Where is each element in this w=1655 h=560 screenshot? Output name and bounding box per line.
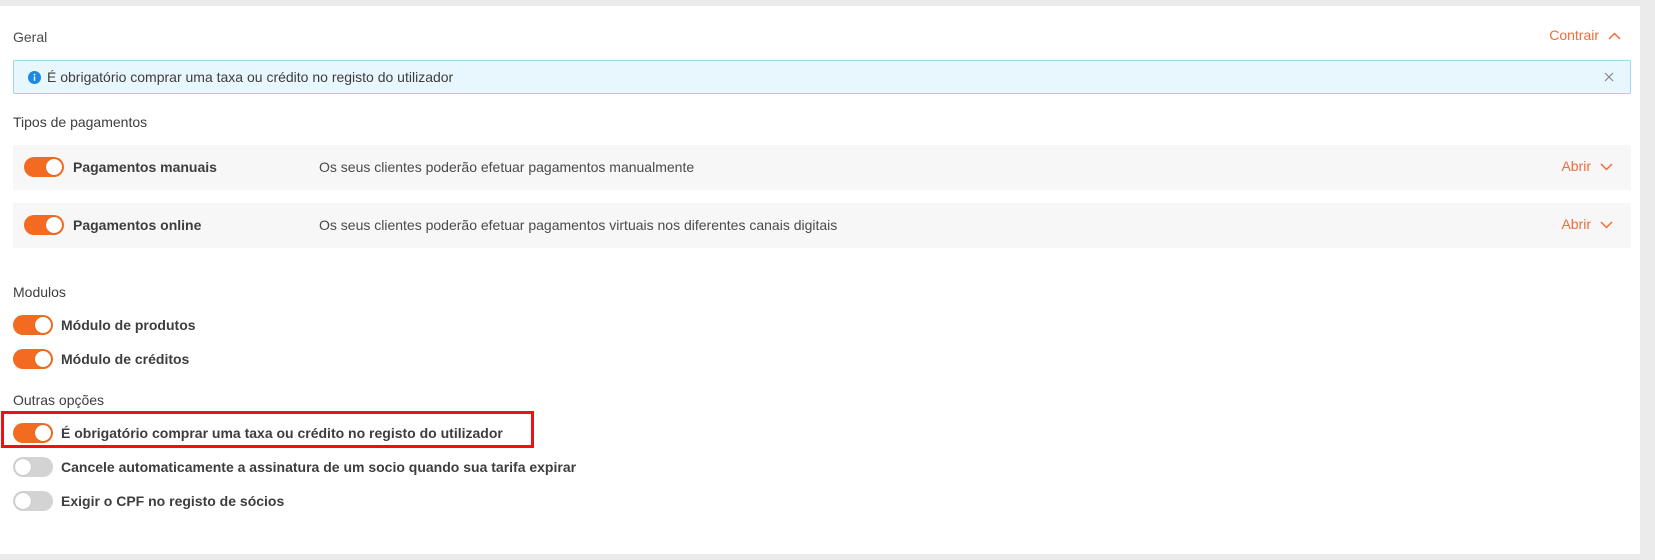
payment-type-manual-row[interactable]: Pagamentos manuais Os seus clientes pode… xyxy=(13,145,1631,190)
online-payments-toggle[interactable] xyxy=(24,215,64,235)
require-fee-toggle[interactable] xyxy=(13,423,53,443)
close-icon[interactable] xyxy=(1602,70,1616,84)
collapse-label: Contrair xyxy=(1549,27,1599,43)
settings-panel: Geral Contrair É obrigatório comprar uma… xyxy=(0,6,1640,554)
auto-cancel-option: Cancele automaticamente a assinatura de … xyxy=(13,457,576,477)
alert-text: É obrigatório comprar uma taxa ou crédit… xyxy=(47,69,454,85)
module-credits-option: Módulo de créditos xyxy=(13,349,189,369)
require-cpf-toggle[interactable] xyxy=(13,491,53,511)
chevron-down-icon xyxy=(1600,158,1613,174)
payment-type-online-row[interactable]: Pagamentos online Os seus clientes poder… xyxy=(13,203,1631,248)
modules-label: Modulos xyxy=(13,284,66,300)
info-alert: É obrigatório comprar uma taxa ou crédit… xyxy=(13,60,1631,94)
open-label: Abrir xyxy=(1561,158,1591,174)
manual-payments-toggle[interactable] xyxy=(24,157,64,177)
payment-type-description: Os seus clientes poderão efetuar pagamen… xyxy=(319,159,695,175)
chevron-down-icon xyxy=(1600,216,1613,232)
open-button[interactable]: Abrir xyxy=(1561,158,1613,174)
payment-type-name: Pagamentos manuais xyxy=(73,159,217,175)
module-credits-toggle[interactable] xyxy=(13,349,53,369)
collapse-button[interactable]: Contrair xyxy=(1549,27,1621,43)
option-label: Exigir o CPF no registo de sócios xyxy=(61,493,285,509)
chevron-up-icon xyxy=(1608,27,1621,43)
other-options-label: Outras opções xyxy=(13,392,105,408)
section-header: Geral Contrair xyxy=(13,22,1640,52)
section-title: Geral xyxy=(13,29,48,45)
module-products-toggle[interactable] xyxy=(13,315,53,335)
option-label: Módulo de créditos xyxy=(61,351,190,367)
auto-cancel-toggle[interactable] xyxy=(13,457,53,477)
payment-type-description: Os seus clientes poderão efetuar pagamen… xyxy=(319,217,838,233)
option-label: Cancele automaticamente a assinatura de … xyxy=(61,459,577,475)
require-cpf-option: Exigir o CPF no registo de sócios xyxy=(13,491,284,511)
option-label: Módulo de produtos xyxy=(61,317,196,333)
payment-type-name: Pagamentos online xyxy=(73,217,202,233)
open-button[interactable]: Abrir xyxy=(1561,216,1613,232)
payment-types-label: Tipos de pagamentos xyxy=(13,114,148,130)
open-label: Abrir xyxy=(1561,216,1591,232)
info-icon xyxy=(27,70,41,84)
require-fee-option: É obrigatório comprar uma taxa ou crédit… xyxy=(13,423,503,443)
module-products-option: Módulo de produtos xyxy=(13,315,196,335)
option-label: É obrigatório comprar uma taxa ou crédit… xyxy=(61,425,503,441)
